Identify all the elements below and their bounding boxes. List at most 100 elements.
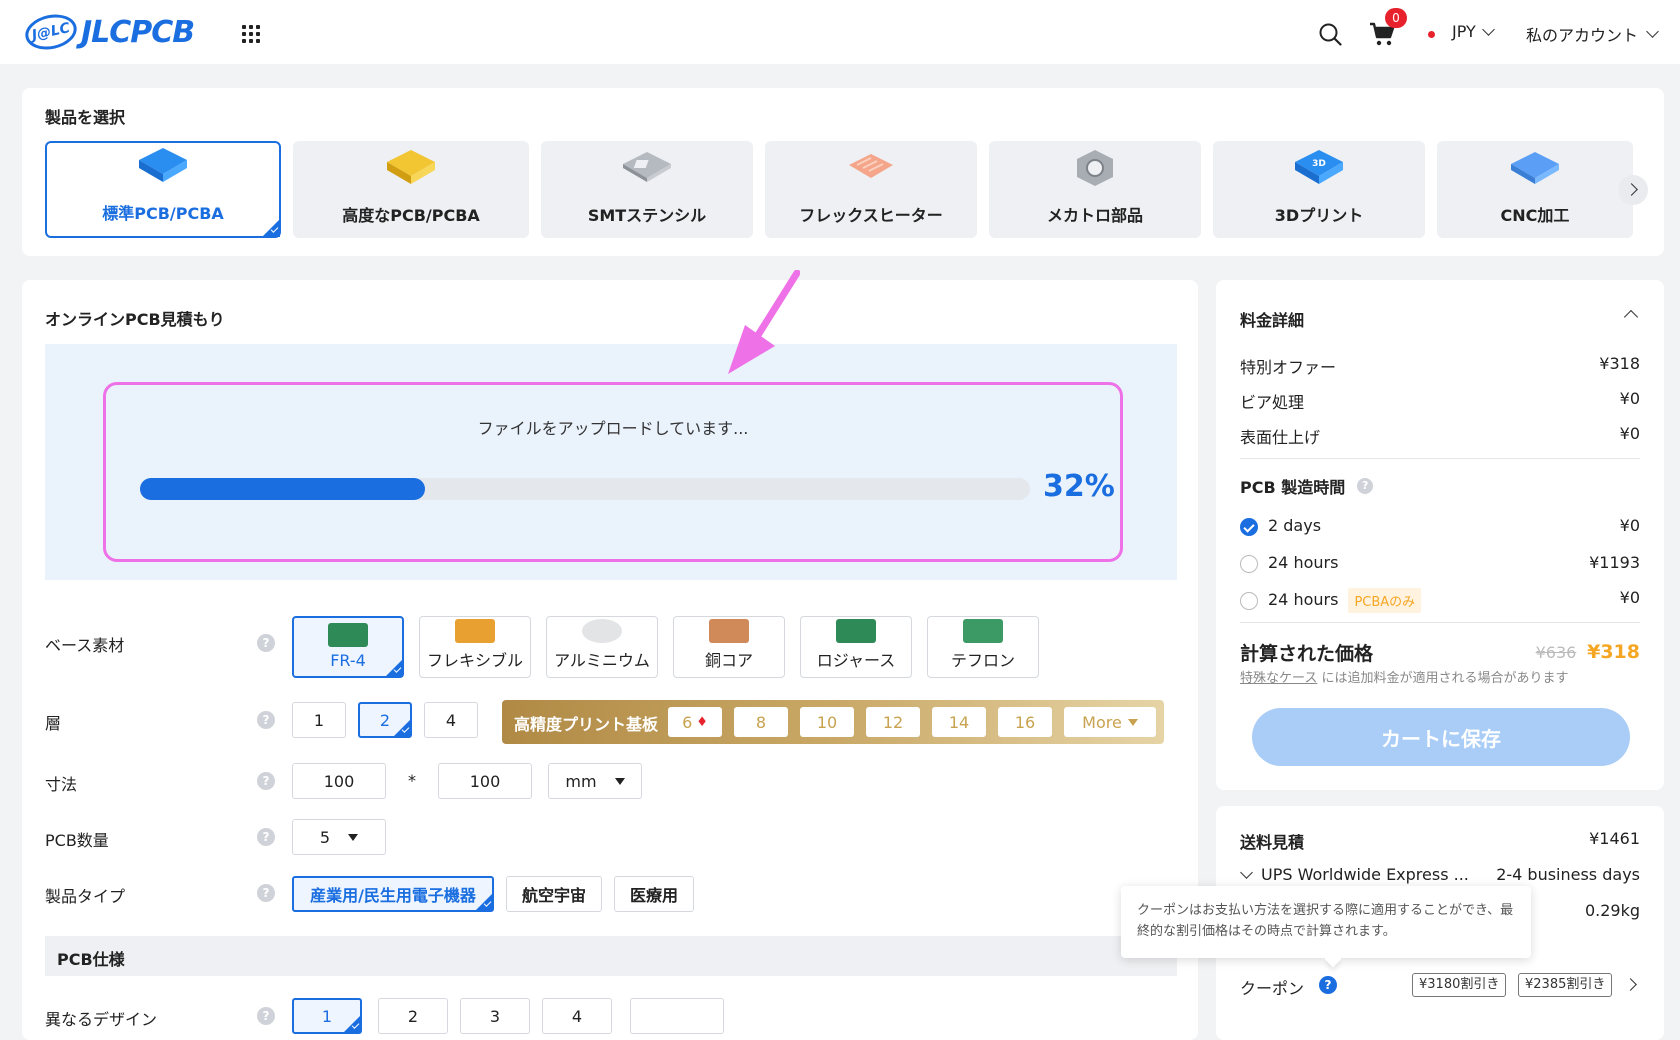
help-icon[interactable]: ? [257,828,275,846]
shipping-title: 送料見積 [1240,833,1305,852]
hp-layer-12[interactable]: 12 [866,707,920,737]
material-flex[interactable]: フレキシブル [419,616,531,678]
build-time-title-text: PCB 製造時間 [1240,478,1346,497]
help-icon[interactable]: ? [257,1007,275,1025]
designs-label: 異なるデザイン [45,1010,158,1029]
hp-layer-14[interactable]: 14 [932,707,986,737]
pcb-spec-header[interactable]: PCB仕様 [45,936,1177,976]
hp-layer-6[interactable]: 6 ♦ [668,707,722,737]
layer-option-4[interactable]: 4 [424,702,478,738]
nut-icon [1077,150,1113,186]
design-option-label: 2 [407,1006,419,1026]
radio-icon[interactable] [1240,591,1258,610]
product-advanced-pcb[interactable]: 高度なPCB/PCBA [293,141,529,238]
price-row-value: ¥318 [1599,354,1640,373]
rogers-image [836,619,876,643]
upload-progress-bar [140,478,1030,500]
help-icon[interactable]: ? [257,772,275,790]
width-input[interactable]: 100 [292,763,386,799]
build-time-option[interactable]: 2 days ¥0 [1240,516,1640,536]
material-label: ロジャース [816,651,896,670]
product-type-medical[interactable]: 医療用 [614,876,694,912]
caret-down-icon [1127,718,1138,726]
build-time-option[interactable]: 24 hours ¥1193 [1240,553,1640,573]
price-details-title: 料金詳細 [1240,311,1305,330]
layer-option-label: 1 [313,710,325,730]
currency-label: JPY [1452,22,1476,41]
jlcpcb-logo[interactable]: J@LC JLCPCB [22,9,195,55]
pcb-advanced-icon [387,150,435,184]
hp-layer-label: 10 [816,712,838,732]
material-rogers[interactable]: ロジャース [800,616,912,678]
product-flex-heater[interactable]: フレックスヒーター [765,141,977,238]
design-option-label: 1 [321,1006,333,1026]
coupon-help-icon[interactable]: ? [1319,976,1337,994]
flex-image [455,619,495,643]
coupon-tag[interactable]: ¥3180割引き [1412,973,1507,997]
product-type-industrial[interactable]: 産業用/民生用電子機器 [292,876,494,912]
account-menu[interactable]: 私のアカウント [1526,22,1659,46]
help-icon[interactable]: ? [1357,478,1374,494]
product-type-aerospace[interactable]: 航空宇宙 [506,876,602,912]
material-aluminum[interactable]: アルミニウム [546,616,658,678]
product-smt-stencil[interactable]: SMTステンシル [541,141,753,238]
chevron-down-icon [1646,25,1659,38]
hp-more-button[interactable]: More [1064,707,1156,737]
hp-layer-10[interactable]: 10 [800,707,854,737]
radio-icon[interactable] [1240,554,1258,573]
layer-option-1[interactable]: 1 [292,702,346,738]
shipping-method-row[interactable]: UPS Worldwide Express ... 2-4 business d… [1240,865,1640,884]
price-row: ビア処理 ¥0 [1240,389,1640,413]
unit-value: mm [565,771,597,791]
dimension-separator: * [408,771,416,790]
design-custom-input[interactable] [630,998,724,1034]
product-mechatronic-parts[interactable]: メカトロ部品 [989,141,1201,238]
material-teflon[interactable]: テフロン [927,616,1039,678]
product-selector-title: 製品を選択 [45,108,126,127]
selected-check-icon [393,719,411,737]
hp-more-label: More [1082,712,1122,732]
currency-select[interactable]: JPY [1452,22,1495,41]
save-to-cart-button[interactable]: カートに保存 [1252,708,1630,766]
height-input[interactable]: 100 [438,763,532,799]
selected-check-icon [343,1015,361,1033]
material-fr4[interactable]: FR-4 [292,616,404,678]
shipping-method: UPS Worldwide Express ... [1261,865,1469,884]
hp-layer-8[interactable]: 8 [734,707,788,737]
divider [1240,458,1640,459]
build-time-option[interactable]: 24 hours PCBAのみ ¥0 [1240,588,1640,613]
product-type-label: 製品タイプ [45,887,126,906]
logo-mark: J@LC [22,9,80,55]
material-copper-core[interactable]: 銅コア [673,616,785,678]
unit-select[interactable]: mm [548,763,642,799]
hp-layer-16[interactable]: 16 [998,707,1052,737]
selected-check-icon [475,893,493,911]
chevron-down-icon[interactable] [1240,865,1253,879]
design-option-3[interactable]: 3 [460,998,530,1034]
radio-checked-icon[interactable] [1240,517,1258,536]
apps-grid-icon[interactable] [242,25,260,43]
design-option-2[interactable]: 2 [378,998,448,1034]
carousel-next-button[interactable] [1618,175,1648,205]
quantity-select[interactable]: 5 [292,819,386,855]
special-case-link[interactable]: 特殊なケース [1240,671,1317,686]
design-option-4[interactable]: 4 [542,998,612,1034]
product-label: 3Dプリント [1274,206,1364,225]
design-option-1[interactable]: 1 [292,998,362,1034]
product-3d-print[interactable]: 3D 3Dプリント [1213,141,1425,238]
quote-title: オンラインPCB見積もり [45,310,225,329]
material-label: FR-4 [330,651,366,670]
product-cnc[interactable]: CNC加工 [1437,141,1633,238]
svg-text:3D: 3D [1312,159,1326,169]
product-standard-pcb[interactable]: 標準PCB/PCBA [45,141,281,238]
search-icon[interactable] [1318,22,1342,46]
fr4-image [328,623,368,647]
help-icon[interactable]: ? [257,711,275,729]
coupon-label: クーポン [1240,979,1305,998]
coupon-tag[interactable]: ¥2385割引き [1518,973,1613,997]
layer-option-2[interactable]: 2 [358,702,412,738]
help-icon[interactable]: ? [257,634,275,652]
top-header: J@LC JLCPCB 0 JPY 私のアカウント [0,0,1680,64]
selected-check-icon [385,659,403,677]
help-icon[interactable]: ? [257,884,275,902]
